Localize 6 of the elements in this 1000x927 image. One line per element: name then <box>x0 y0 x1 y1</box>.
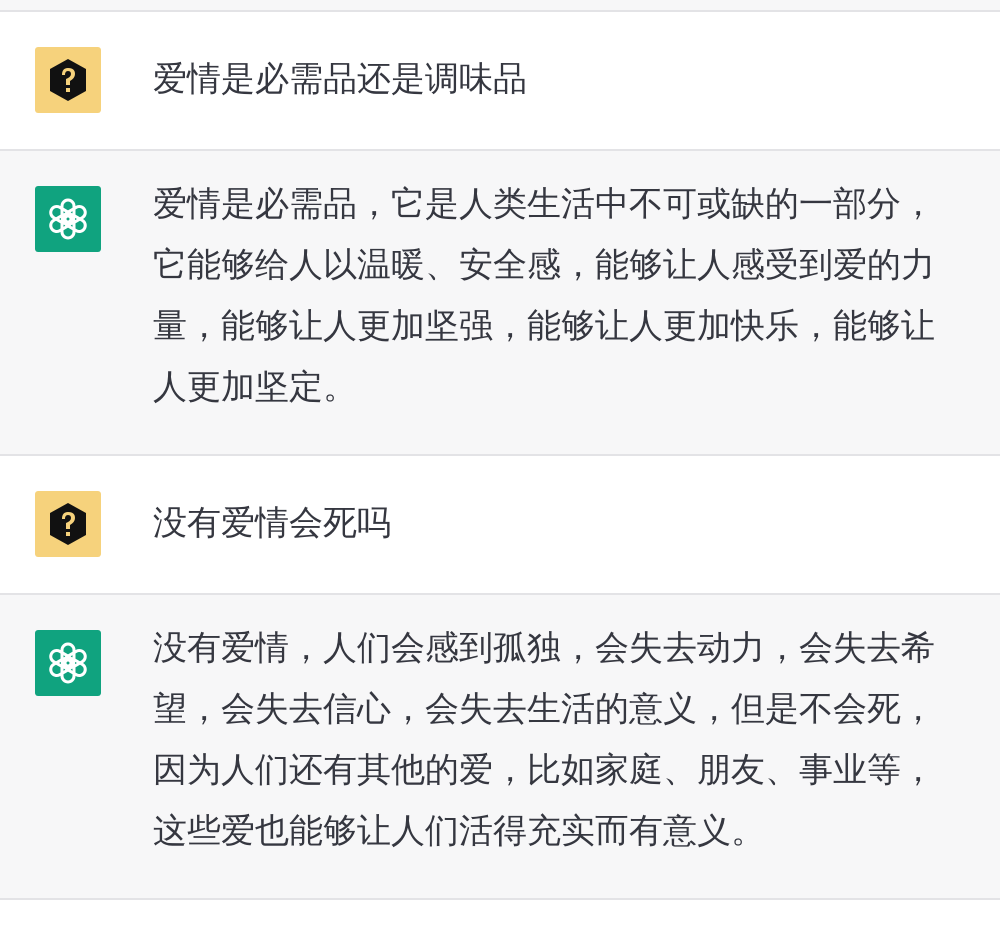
message-text: 爱情是必需品还是调味品 <box>153 58 528 101</box>
question-hexagon-icon <box>48 502 88 546</box>
question-hexagon-icon <box>48 58 88 102</box>
message-text: 没有爱情会死吗 <box>153 502 392 545</box>
message-text: 没有爱情，人们会感到孤独，会失去动力，会失去希望，会失去信心，会失去生活的意义，但是不会死，因为人们还有其他的爱，比如家庭、朋友、事业等，这些爱也能够让人们活得充实而有意义。 <box>153 627 936 853</box>
message-text: 爱情是必需品，它是人类生活中不可或缺的一部分，它能够给人以温暖、安全感，能够让人感受到爱的力量，能够让人更加坚强，能够让人更加快乐，能够让人更加坚定。 <box>153 183 936 409</box>
